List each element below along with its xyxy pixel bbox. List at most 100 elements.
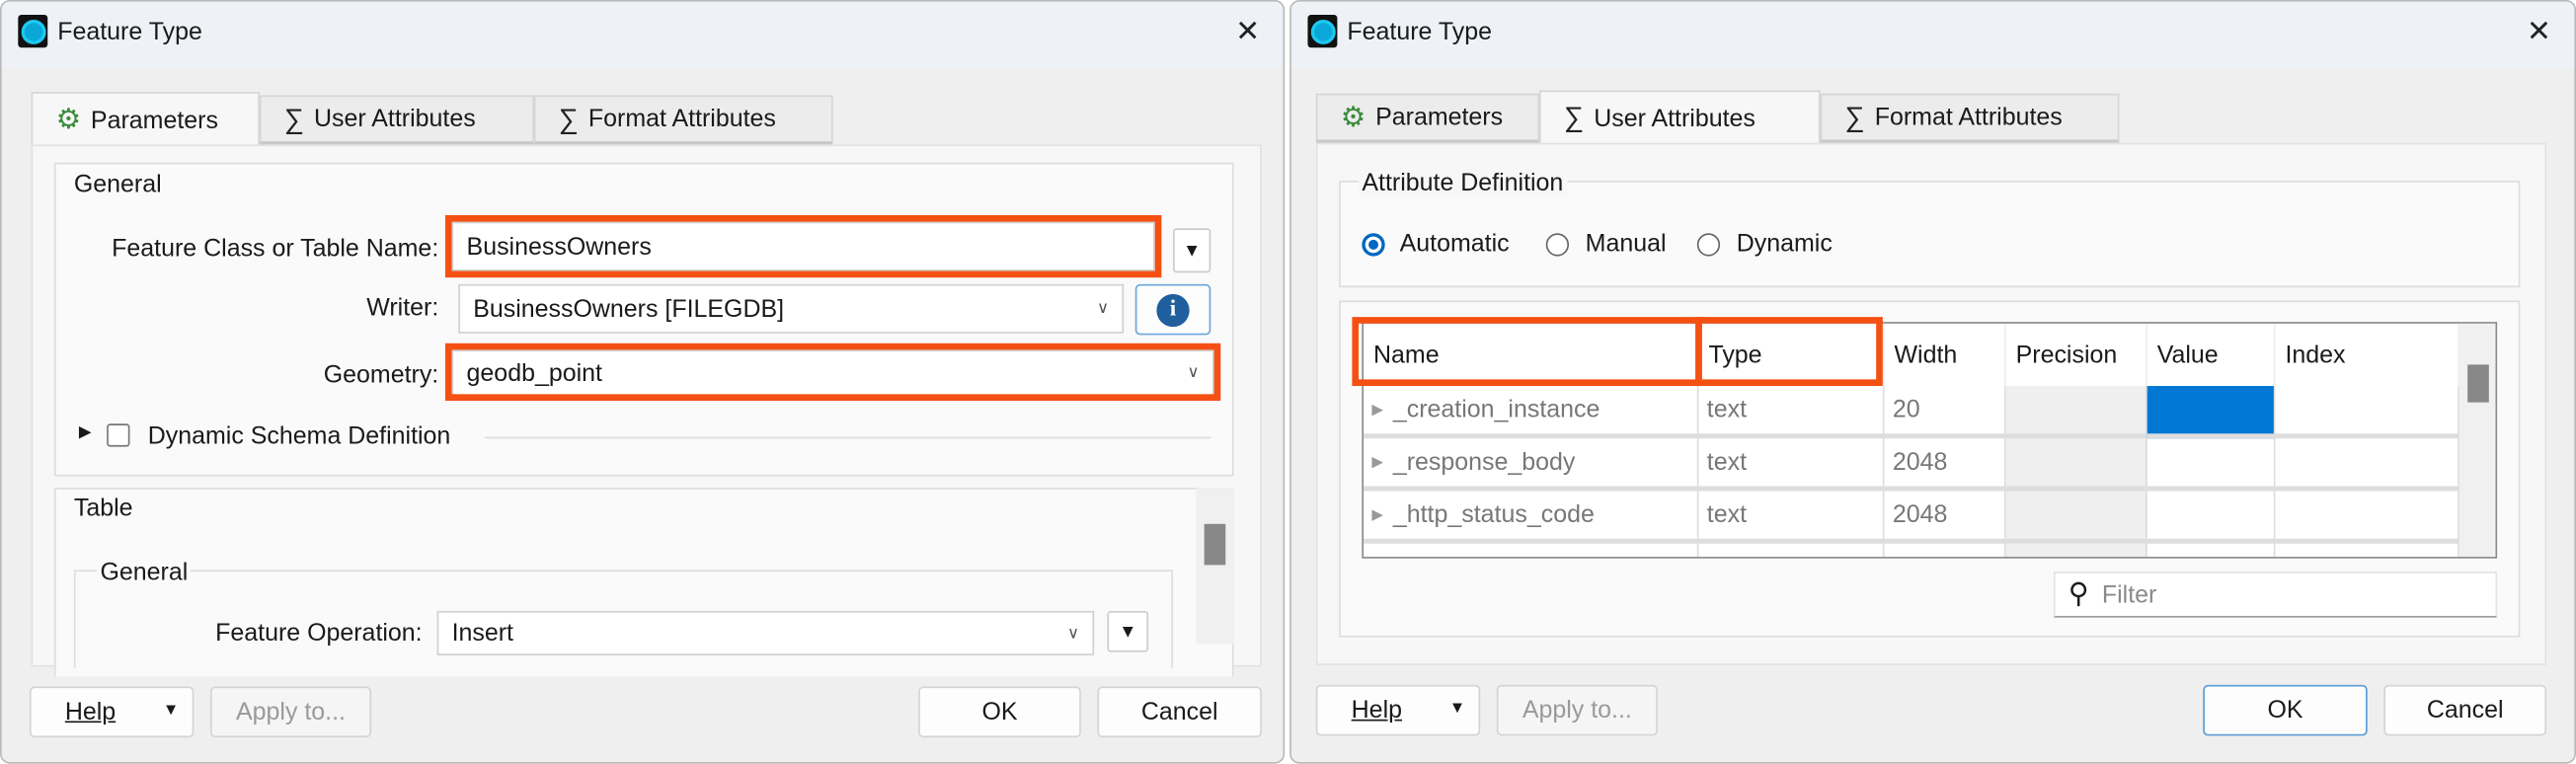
table-cell-precision[interactable] (2005, 491, 2147, 544)
feature-type-dialog-parameters: Feature Type ✕ ⚙ Parameters ∑ User Attribu… (0, 0, 1286, 764)
table-cell-width[interactable] (1884, 543, 2006, 558)
table-cell-name[interactable]: ▶ _creation_instance (1364, 386, 1699, 439)
expand-arrow-icon[interactable]: ▶ (79, 423, 92, 441)
column-header-precision[interactable]: Precision (2006, 323, 2147, 387)
apply-to-button[interactable]: Apply to... (1496, 684, 1658, 736)
table-cell-type[interactable]: text (1698, 386, 1885, 439)
table-cell-type[interactable]: text (1698, 491, 1885, 544)
table-cell-value[interactable] (2147, 491, 2276, 544)
scrollbar-thumb[interactable] (2467, 364, 2489, 403)
tab-label: Format Attributes (1874, 103, 2063, 132)
table-cell-width[interactable]: 2048 (1884, 438, 2006, 492)
filter-placeholder: Filter (2101, 580, 2157, 609)
tab-user-attributes[interactable]: ∑ User Attributes (259, 95, 534, 145)
table-cell-width[interactable]: 20 (1884, 386, 2006, 439)
help-button[interactable]: Help ▼ (1315, 684, 1481, 736)
scrollbar[interactable] (2459, 323, 2496, 558)
apply-to-button[interactable]: Apply to... (209, 686, 372, 738)
chevron-down-icon: ∨ (1096, 299, 1110, 318)
tab-user-attributes[interactable]: ∑ User Attributes (1539, 90, 1821, 145)
cell-text: text (1706, 395, 1748, 424)
dialog-title: Feature Type (57, 18, 202, 46)
cell-text: text (1706, 500, 1748, 529)
help-label: Help (1351, 696, 1403, 725)
tab-parameters[interactable]: ⚙ Parameters (31, 92, 260, 147)
writer-info-button[interactable]: i (1134, 283, 1211, 336)
cell-text: 2048 (1892, 500, 1948, 529)
expand-arrow-icon[interactable]: ▶ (1371, 401, 1383, 419)
radio-automatic[interactable] (1362, 233, 1385, 257)
table-cell-width[interactable]: 2048 (1884, 491, 2006, 544)
help-button[interactable]: Help ▼ (29, 686, 195, 738)
search-icon: ⚲ (2068, 577, 2089, 610)
table-group-label: Table (73, 494, 133, 523)
table-cell-name[interactable]: ▶ _response_body (1364, 438, 1699, 492)
title-bar: Feature Type ✕ (1, 1, 1284, 68)
sigma-icon: ∑ (283, 102, 305, 134)
expand-arrow-icon[interactable]: ▶ (1371, 453, 1383, 471)
highlight-box (444, 214, 1162, 278)
feature-operation-select[interactable]: Insert ∨ (436, 610, 1095, 655)
gear-icon: ⚙ (1340, 101, 1366, 132)
table-cell-index[interactable] (2275, 438, 2459, 492)
general-group-label: General (73, 171, 162, 199)
writer-select[interactable]: BusinessOwners [FILEGDB] ∨ (458, 283, 1125, 334)
feature-operation-value: Insert (451, 619, 513, 648)
scrollbar-thumb[interactable] (1204, 523, 1226, 566)
tab-label: Parameters (1375, 103, 1504, 132)
radio-manual-label: Manual (1585, 229, 1667, 259)
radio-dynamic[interactable] (1696, 233, 1721, 257)
table-cell-precision[interactable] (2005, 543, 2147, 558)
divider (484, 436, 1211, 439)
chevron-down-icon: ∨ (1066, 624, 1080, 643)
table-cell-name[interactable] (1364, 543, 1699, 558)
highlight-box-name (1352, 317, 1702, 387)
feature-class-dropdown-button[interactable]: ▼ (1173, 228, 1211, 273)
ok-button[interactable]: OK (2203, 684, 2368, 736)
sigma-icon: ∑ (558, 102, 579, 134)
help-label: Help (64, 698, 117, 726)
radio-automatic-label: Automatic (1399, 229, 1510, 259)
table-cell-index[interactable] (2275, 386, 2459, 439)
attribute-definition-label: Attribute Definition (1359, 169, 1567, 197)
radio-manual[interactable] (1545, 233, 1570, 257)
tab-parameters[interactable]: ⚙ Parameters (1315, 93, 1540, 143)
table-cell-precision[interactable] (2005, 438, 2147, 492)
close-icon[interactable]: ✕ (2527, 15, 2551, 49)
ok-button[interactable]: OK (918, 686, 1081, 738)
table-cell-value[interactable] (2147, 386, 2276, 439)
dynamic-schema-checkbox[interactable] (107, 423, 130, 447)
table-general-label: General (97, 558, 192, 587)
app-icon (1307, 14, 1338, 48)
expand-arrow-icon[interactable]: ▶ (1371, 505, 1383, 523)
highlight-box-type (1695, 317, 1883, 387)
close-icon[interactable]: ✕ (1235, 15, 1260, 49)
cancel-button[interactable]: Cancel (2383, 684, 2547, 736)
table-cell-name[interactable]: ▶ _http_status_code (1364, 491, 1699, 544)
table-cell-index[interactable] (2276, 543, 2459, 558)
cell-text: _creation_instance (1392, 395, 1600, 424)
tab-format-attributes[interactable]: ∑ Format Attributes (533, 95, 833, 145)
feature-operation-dropdown-button[interactable]: ▼ (1107, 610, 1149, 652)
scrollbar[interactable] (1196, 488, 1234, 645)
table-cell-type[interactable] (1698, 543, 1885, 558)
feature-operation-label: Feature Operation: (215, 619, 423, 648)
column-header-value[interactable]: Value (2147, 323, 2276, 387)
table-cell-precision[interactable] (2005, 386, 2147, 439)
table-cell-type[interactable]: text (1698, 438, 1885, 492)
table-cell-value[interactable] (2147, 543, 2276, 558)
cell-text: 2048 (1892, 448, 1948, 477)
title-bar: Feature Type ✕ (1290, 1, 2575, 68)
filter-input[interactable]: ⚲ Filter (2053, 572, 2498, 618)
app-icon (18, 14, 48, 48)
writer-value: BusinessOwners [FILEGDB] (473, 294, 785, 323)
sigma-icon: ∑ (1564, 102, 1585, 133)
column-header-index[interactable]: Index (2276, 323, 2459, 387)
table-cell-value[interactable] (2147, 438, 2276, 492)
cancel-button[interactable]: Cancel (1097, 686, 1262, 738)
table-cell-index[interactable] (2275, 491, 2459, 544)
tab-label: Format Attributes (587, 105, 776, 133)
dynamic-schema-label: Dynamic Schema Definition (147, 421, 451, 450)
tab-format-attributes[interactable]: ∑ Format Attributes (1820, 93, 2120, 143)
column-header-width[interactable]: Width (1884, 323, 2006, 387)
